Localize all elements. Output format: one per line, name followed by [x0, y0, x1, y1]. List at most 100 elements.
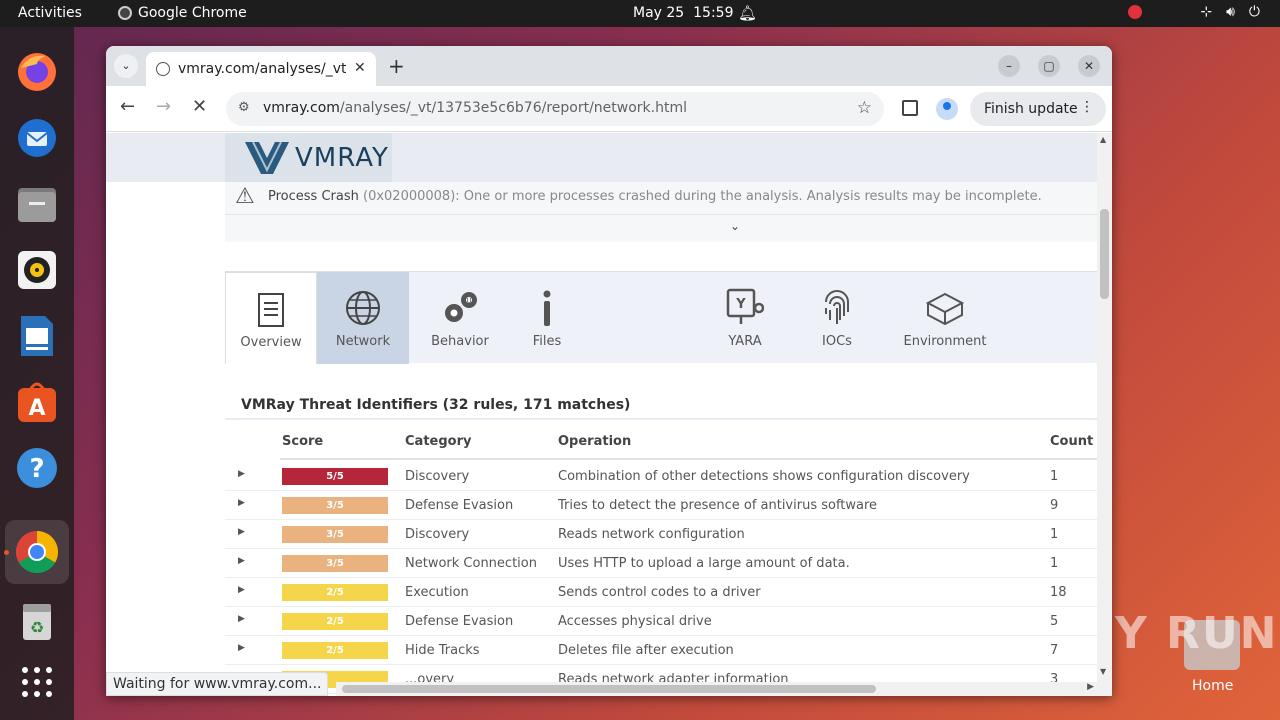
- bookmark-star-icon[interactable]: ☆: [857, 98, 872, 118]
- tab-behavior[interactable]: U Behavior: [414, 272, 506, 364]
- scroll-down-arrow-icon[interactable]: ▼: [1100, 667, 1106, 676]
- stop-loading-icon[interactable]: ✕: [192, 96, 207, 117]
- expand-row-caret-icon[interactable]: ▶: [238, 585, 245, 595]
- chrome-dock-icon[interactable]: [5, 520, 69, 584]
- tab-yara[interactable]: Y YARA: [699, 272, 791, 364]
- column-header-operation[interactable]: Operation: [558, 434, 631, 449]
- expand-warnings-bar[interactable]: ⌄: [225, 214, 1097, 242]
- tab-files[interactable]: Files: [501, 272, 593, 364]
- running-indicator: [4, 550, 9, 555]
- vertical-scroll-thumb[interactable]: [1100, 209, 1109, 299]
- files-icon[interactable]: [14, 181, 60, 227]
- new-tab-button[interactable]: +: [388, 54, 405, 78]
- thunderbird-icon[interactable]: [14, 115, 60, 161]
- minimize-button[interactable]: –: [998, 55, 1020, 77]
- tab-network-label: Network: [335, 334, 391, 349]
- close-window-button[interactable]: ✕: [1078, 55, 1100, 77]
- svg-text:Y: Y: [735, 297, 746, 312]
- page-viewport: VMRAY ⚠ Process Crash (0x02000008): One …: [106, 133, 1097, 696]
- url-text[interactable]: vmray.com/analyses/_vt/13753e5c6b76/repo…: [263, 100, 687, 116]
- warning-triangle-icon: ⚠: [235, 184, 255, 209]
- horizontal-scrollbar[interactable]: ▶: [336, 682, 1112, 696]
- category-cell: Defense Evasion: [405, 614, 514, 629]
- browser-tab[interactable]: vmray.com/analyses/_vt ✕: [146, 52, 376, 86]
- show-apps-icon[interactable]: [14, 659, 60, 705]
- tab-network[interactable]: Network: [317, 272, 409, 364]
- table-row[interactable]: ▶ 2/5 Hide Tracks Deletes file after execut…: [225, 636, 1097, 665]
- app-menu[interactable]: Google Chrome: [118, 5, 247, 21]
- vmray-logo-text: VMRAY: [295, 142, 389, 173]
- expand-row-caret-icon[interactable]: ▶: [238, 556, 245, 566]
- site-info-icon[interactable]: ⚙: [238, 100, 250, 115]
- section-divider: [225, 418, 1097, 420]
- loading-status-bar: Waiting for www.vmray.com...: [106, 672, 329, 696]
- operation-cell: Reads network configuration: [558, 527, 745, 542]
- expand-row-caret-icon[interactable]: ▶: [238, 469, 245, 479]
- table-row[interactable]: ▶ 2/5 Execution Sends control codes to a dr…: [225, 578, 1097, 607]
- score-badge: 2/5: [282, 613, 388, 630]
- top-bar: Activities Google Chrome May 25 15:59 🔔︎…: [0, 0, 1280, 27]
- profile-avatar-icon[interactable]: [936, 98, 958, 120]
- page-header: VMRAY: [106, 133, 1097, 182]
- score-badge: 3/5: [282, 497, 388, 514]
- vertical-scrollbar[interactable]: ▲ ▼: [1097, 133, 1112, 682]
- tab-close-icon[interactable]: ✕: [354, 60, 366, 76]
- table-row[interactable]: ▶ 2/5 Defense Evasion Accesses physical dri…: [225, 607, 1097, 636]
- tab-title: vmray.com/analyses/_vt: [178, 61, 346, 77]
- help-icon[interactable]: ?: [14, 445, 60, 491]
- horizontal-scroll-thumb[interactable]: [342, 685, 876, 693]
- tab-overview[interactable]: Overview: [225, 272, 317, 364]
- tab-iocs[interactable]: IOCs: [791, 272, 883, 364]
- app-center-icon[interactable]: A: [14, 379, 60, 425]
- yara-icon: Y: [726, 288, 764, 324]
- scroll-right-arrow-icon[interactable]: ▶: [1087, 682, 1094, 692]
- tab-environment-label: Environment: [903, 334, 987, 349]
- scroll-up-arrow-icon[interactable]: ▲: [1100, 135, 1106, 144]
- table-row[interactable]: ▶ 5/5 Discovery Combination of other detect…: [225, 462, 1097, 491]
- back-arrow-icon[interactable]: ←: [120, 96, 135, 117]
- count-cell: 18: [1050, 585, 1067, 600]
- globe-icon: [346, 291, 380, 325]
- operation-cell: Accesses physical drive: [558, 614, 712, 629]
- tab-overview-label: Overview: [240, 335, 302, 350]
- score-badge: 3/5: [282, 526, 388, 543]
- side-panel-icon[interactable]: [902, 100, 918, 116]
- tab-environment[interactable]: Environment: [893, 272, 997, 364]
- crash-warning-bar: ⚠ Process Crash (0x02000008): One or mor…: [225, 182, 1097, 214]
- expand-row-caret-icon[interactable]: ▶: [238, 527, 245, 537]
- crash-detail: (0x02000008): One or more processes cras…: [363, 189, 1042, 204]
- column-header-count[interactable]: Count: [1050, 434, 1093, 449]
- chevron-down-icon[interactable]: ⌄: [730, 219, 740, 233]
- tab-behavior-label: Behavior: [431, 334, 489, 349]
- more-menu-icon[interactable]: ⋮: [1080, 99, 1094, 115]
- table-row[interactable]: ▶ 3/5 Network Connection Uses HTTP to uploa…: [225, 549, 1097, 578]
- expand-row-caret-icon[interactable]: ▶: [238, 643, 245, 653]
- category-cell: Hide Tracks: [405, 643, 480, 658]
- category-cell: Discovery: [405, 527, 470, 542]
- vmray-logo[interactable]: VMRAY: [225, 133, 392, 182]
- trash-icon[interactable]: ♻: [14, 597, 60, 643]
- maximize-button[interactable]: ▢: [1038, 55, 1060, 77]
- table-row[interactable]: ▶ 3/5 Discovery Reads network configuration…: [225, 520, 1097, 549]
- chrome-window: ⌄ vmray.com/analyses/_vt ✕ + – ▢ ✕ ← → ✕…: [106, 46, 1112, 696]
- expand-row-caret-icon[interactable]: ▶: [238, 614, 245, 624]
- libreoffice-writer-icon[interactable]: [14, 313, 60, 359]
- tab-iocs-label: IOCs: [822, 334, 852, 349]
- category-cell: Defense Evasion: [405, 498, 514, 513]
- column-header-score[interactable]: Score: [282, 434, 323, 449]
- system-tray[interactable]: ⊹ 🔊︎ ⏻: [1128, 4, 1260, 20]
- tab-search-button[interactable]: ⌄: [114, 54, 138, 78]
- rhythmbox-icon[interactable]: [14, 247, 60, 293]
- column-header-category[interactable]: Category: [405, 434, 471, 449]
- activities-button[interactable]: Activities: [18, 5, 82, 21]
- clock[interactable]: May 25 15:59: [633, 5, 733, 21]
- firefox-icon[interactable]: [14, 49, 60, 95]
- header-divider: [280, 458, 1097, 460]
- expand-row-caret-icon[interactable]: ▶: [238, 498, 245, 508]
- table-row[interactable]: ▶ 3/5 Defense Evasion Tries to detect the p…: [225, 491, 1097, 520]
- power-icon: ⏻: [1248, 4, 1260, 20]
- address-bar[interactable]: ⚙ vmray.com/analyses/_vt/13753e5c6b76/re…: [226, 92, 884, 126]
- finish-update-button[interactable]: Finish update ⋮: [970, 92, 1106, 126]
- forward-arrow-icon[interactable]: →: [156, 96, 171, 117]
- category-cell: Execution: [405, 585, 469, 600]
